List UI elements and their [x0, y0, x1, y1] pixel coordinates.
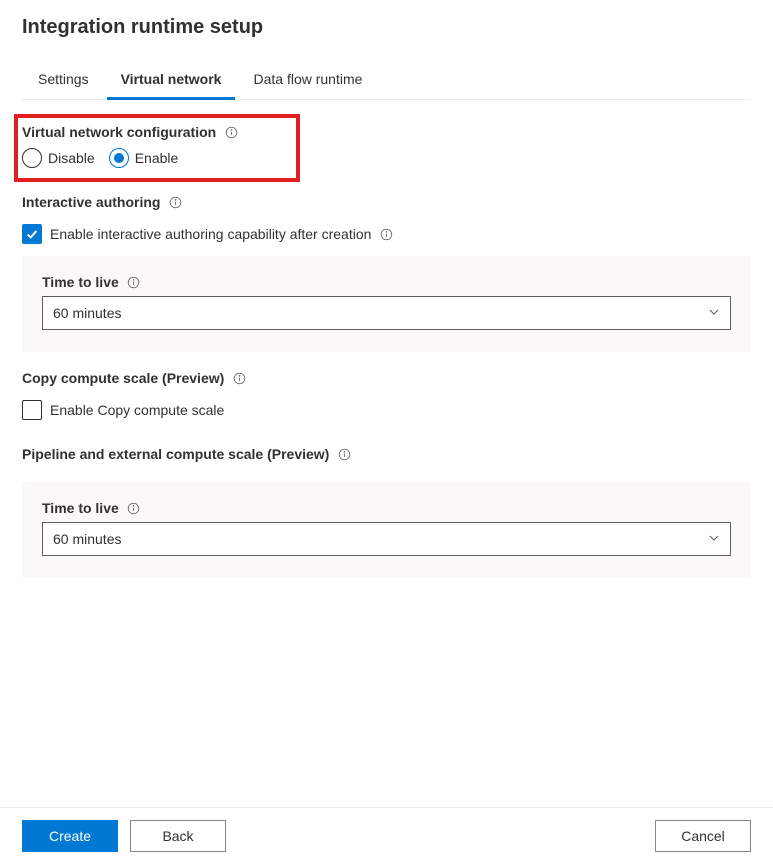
vnet-config-label: Virtual network configuration: [22, 124, 216, 140]
ttl-dropdown-value: 60 minutes: [53, 531, 121, 547]
checkbox-enable-copy-compute-label: Enable Copy compute scale: [50, 402, 224, 418]
info-icon[interactable]: [127, 275, 141, 289]
info-icon[interactable]: [379, 227, 393, 241]
pipeline-compute-scale-label: Pipeline and external compute scale (Pre…: [22, 446, 329, 462]
info-icon[interactable]: [127, 501, 141, 515]
ttl-dropdown-interactive[interactable]: 60 minutes: [42, 296, 731, 330]
ttl-dropdown-value: 60 minutes: [53, 305, 121, 321]
ttl-dropdown-pipeline[interactable]: 60 minutes: [42, 522, 731, 556]
radio-disable[interactable]: Disable: [22, 148, 95, 168]
back-button[interactable]: Back: [130, 820, 226, 852]
tab-bar: Settings Virtual network Data flow runti…: [22, 61, 751, 100]
ttl-label: Time to live: [42, 274, 119, 290]
info-icon[interactable]: [232, 371, 246, 385]
radio-enable-label: Enable: [135, 150, 179, 166]
interactive-authoring-label: Interactive authoring: [22, 194, 160, 210]
page-title: Integration runtime setup: [22, 16, 751, 39]
chevron-down-icon: [708, 531, 720, 547]
ttl-label: Time to live: [42, 500, 119, 516]
chevron-down-icon: [708, 305, 720, 321]
checkbox-enable-copy-compute[interactable]: [22, 400, 42, 420]
tab-settings[interactable]: Settings: [22, 61, 105, 99]
pipeline-compute-panel: Time to live 60 minutes: [22, 482, 751, 578]
radio-enable[interactable]: Enable: [109, 148, 179, 168]
copy-compute-scale-label: Copy compute scale (Preview): [22, 370, 224, 386]
tab-data-flow-runtime[interactable]: Data flow runtime: [237, 61, 378, 99]
create-button[interactable]: Create: [22, 820, 118, 852]
info-icon[interactable]: [224, 125, 238, 139]
checkbox-enable-interactive-authoring-label: Enable interactive authoring capability …: [50, 226, 371, 242]
cancel-button[interactable]: Cancel: [655, 820, 751, 852]
interactive-authoring-panel: Time to live 60 minutes: [22, 256, 751, 352]
tab-virtual-network[interactable]: Virtual network: [105, 61, 238, 99]
info-icon[interactable]: [168, 195, 182, 209]
radio-disable-label: Disable: [48, 150, 95, 166]
info-icon[interactable]: [337, 447, 351, 461]
checkbox-enable-interactive-authoring[interactable]: [22, 224, 42, 244]
footer: Create Back Cancel: [0, 807, 773, 866]
vnet-config-highlight: Virtual network configuration Disable En…: [14, 114, 300, 182]
